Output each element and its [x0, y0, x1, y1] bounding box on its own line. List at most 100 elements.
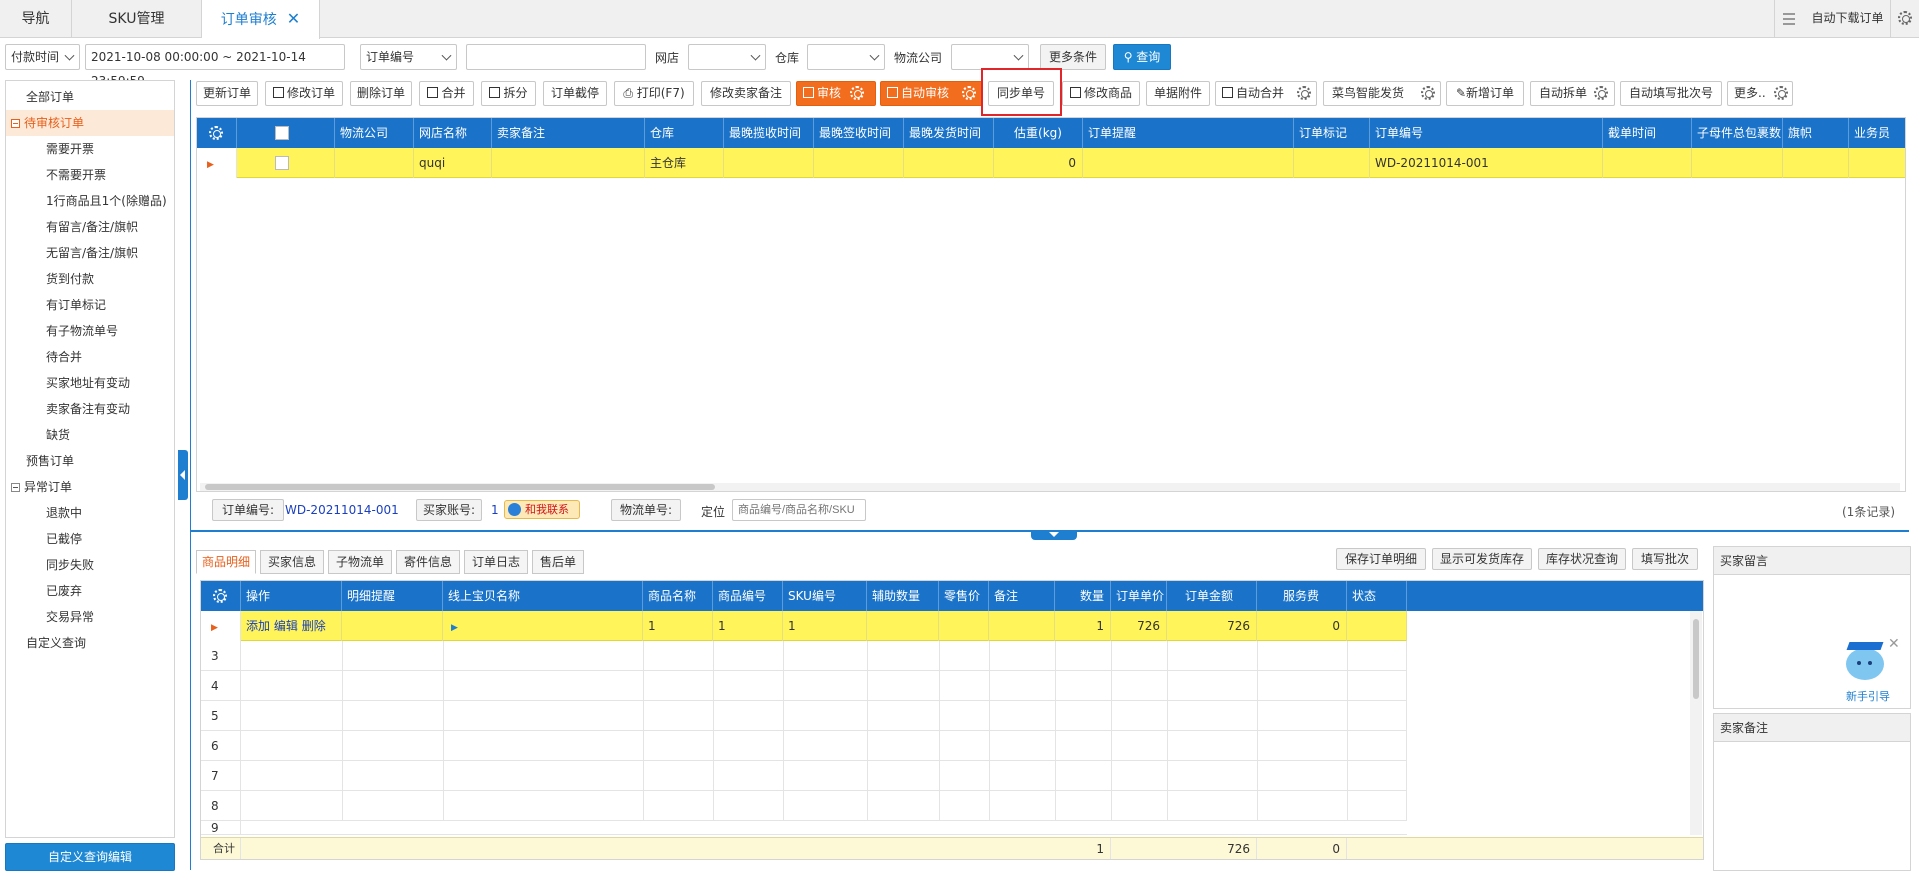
table-row[interactable]: ▶ quqi 主仓库 0 WD-20211014-001 — [197, 148, 1905, 178]
sidebar-group-abnormal[interactable]: 异常订单 — [11, 474, 72, 500]
sidebar-item[interactable]: 1行商品且1个(除赠品) — [46, 188, 167, 214]
sidebar-item[interactable]: 已废弃 — [46, 578, 82, 604]
column-header[interactable]: 零售价 — [939, 581, 989, 611]
sidebar-item[interactable]: 有子物流单号 — [46, 318, 118, 344]
sidebar-item[interactable]: 买家地址有变动 — [46, 370, 130, 396]
intercept-button[interactable]: 订单截停 — [543, 81, 607, 106]
auto-download-button[interactable]: 自动下载订单 — [1805, 5, 1890, 33]
column-header[interactable]: 旗帜 — [1783, 118, 1849, 148]
sidebar-item[interactable]: 需要开票 — [46, 136, 94, 162]
sidebar-item-all[interactable]: 全部订单 — [26, 84, 74, 110]
stock-query-button[interactable]: 库存状况查询 — [1538, 548, 1626, 570]
sidebar-item[interactable]: 缺货 — [46, 422, 70, 448]
edit-order-button[interactable]: 修改订单 — [265, 81, 343, 106]
column-header[interactable]: 状态 — [1347, 581, 1407, 611]
time-type-select[interactable]: 付款时间 — [5, 44, 80, 70]
horizontal-scrollbar[interactable] — [200, 483, 1900, 491]
settings-icon[interactable] — [1890, 0, 1919, 38]
new-user-guide[interactable]: 新手引导 — [1836, 640, 1896, 706]
close-icon[interactable]: ✕ — [287, 9, 300, 28]
delete-order-button[interactable]: 删除订单 — [350, 81, 412, 106]
new-order-button[interactable]: ✎新增订单 — [1446, 81, 1524, 106]
column-header[interactable]: 备注 — [989, 581, 1055, 611]
column-header[interactable]: 订单编号 — [1370, 118, 1603, 148]
sidebar-item[interactable]: 货到付款 — [46, 266, 94, 292]
vertical-scrollbar[interactable] — [1690, 611, 1702, 835]
tab-sku[interactable]: SKU管理 — [72, 0, 202, 38]
sidebar-collapse-handle[interactable] — [178, 450, 188, 500]
column-header[interactable]: 最晚发货时间 — [904, 118, 994, 148]
split-button[interactable]: 拆分 — [481, 81, 536, 106]
auto-merge-settings-icon[interactable] — [1297, 86, 1311, 103]
column-header[interactable]: 明细提醒 — [342, 581, 443, 611]
column-header[interactable]: 订单提醒 — [1083, 118, 1294, 148]
sidebar-item-presale[interactable]: 预售订单 — [26, 448, 74, 474]
tab-order-audit[interactable]: 订单审核 ✕ — [202, 0, 320, 39]
save-detail-button[interactable]: 保存订单明细 — [1336, 548, 1426, 570]
auto-audit-settings-icon[interactable] — [962, 86, 976, 103]
merge-button[interactable]: 合并 — [419, 81, 474, 106]
list-icon[interactable] — [1774, 0, 1802, 38]
column-header[interactable]: 业务员 — [1849, 118, 1905, 148]
sidebar-item[interactable]: 有留言/备注/旗帜 — [46, 214, 138, 240]
attachment-button[interactable]: 单据附件 — [1146, 81, 1210, 106]
scrollbar-thumb[interactable] — [205, 484, 715, 490]
select-all-checkbox[interactable] — [237, 118, 335, 148]
column-header[interactable]: 辅助数量 — [867, 581, 939, 611]
edit-seller-note-button[interactable]: 修改卖家备注 — [701, 81, 791, 106]
column-header[interactable]: 网店名称 — [414, 118, 492, 148]
column-header[interactable]: 最晚签收时间 — [814, 118, 904, 148]
add-link[interactable]: 添加 — [246, 619, 270, 633]
auto-split-settings-icon[interactable] — [1594, 86, 1608, 103]
status-order-no[interactable]: WD-20211014-001 — [285, 503, 399, 517]
sidebar-item[interactable]: 交易异常 — [46, 604, 94, 630]
column-header[interactable]: 订单单价 — [1111, 581, 1167, 611]
tab-sub-waybill[interactable]: 子物流单 — [328, 550, 392, 574]
column-header[interactable]: 线上宝贝名称 — [443, 581, 643, 611]
column-header[interactable]: 截单时间 — [1603, 118, 1692, 148]
search-button[interactable]: ⚲ 查询 — [1113, 44, 1171, 70]
sidebar-item[interactable]: 不需要开票 — [46, 162, 106, 188]
tab-buyer-info[interactable]: 买家信息 — [260, 550, 324, 574]
sidebar-item[interactable]: 有订单标记 — [46, 292, 106, 318]
logistics-select[interactable] — [951, 44, 1029, 70]
audit-settings-icon[interactable] — [850, 86, 864, 103]
delete-link[interactable]: 删除 — [302, 619, 326, 633]
column-header[interactable]: 最晚揽收时间 — [724, 118, 814, 148]
sidebar-item[interactable]: 同步失败 — [46, 552, 94, 578]
close-icon[interactable]: ✕ — [1888, 636, 1900, 652]
locate-input[interactable] — [732, 499, 866, 521]
more-conditions-button[interactable]: 更多条件 — [1040, 44, 1106, 70]
column-header[interactable]: 物流公司 — [335, 118, 414, 148]
column-header[interactable]: 估重(kg) — [994, 118, 1083, 148]
detail-row[interactable]: ▶ 添加 编辑 删除 ▶ 1 1 1 1 726 726 0 — [201, 611, 1407, 641]
column-header[interactable]: 订单标记 — [1294, 118, 1370, 148]
cainiao-settings-icon[interactable] — [1421, 86, 1435, 103]
column-header[interactable]: 卖家备注 — [492, 118, 645, 148]
date-range-input[interactable]: 2021-10-08 00:00:00 ~ 2021-10-14 23:59:5… — [85, 44, 345, 88]
column-header[interactable]: 数量 — [1055, 581, 1111, 611]
sidebar-group-pending[interactable]: 待审核订单 — [6, 110, 174, 136]
column-header[interactable]: 订单金额 — [1167, 581, 1257, 611]
order-field-select[interactable]: 订单编号 — [360, 44, 457, 70]
edit-goods-button[interactable]: 修改商品 — [1062, 81, 1140, 106]
custom-query-edit-button[interactable]: 自定义查询编辑 — [5, 843, 175, 871]
column-header[interactable]: 服务费 — [1257, 581, 1347, 611]
shop-select[interactable] — [688, 44, 766, 70]
refresh-order-button[interactable]: 更新订单 — [196, 81, 258, 106]
sidebar-item[interactable]: 卖家备注有变动 — [46, 396, 130, 422]
row-checkbox[interactable] — [237, 148, 335, 178]
print-button[interactable]: ⎙ 打印(F7) — [614, 81, 694, 106]
contact-button[interactable]: 和我联系 — [504, 500, 580, 519]
show-stock-button[interactable]: 显示可发货库存 — [1432, 548, 1532, 570]
sidebar-item-custom[interactable]: 自定义查询 — [26, 630, 86, 656]
column-header[interactable]: 子母件总包裹数 — [1692, 118, 1783, 148]
tab-sender-info[interactable]: 寄件信息 — [396, 550, 460, 574]
order-value-input[interactable] — [466, 44, 646, 70]
buyer-account[interactable]: 1 — [491, 503, 499, 517]
tab-order-log[interactable]: 订单日志 — [464, 550, 528, 574]
sidebar-item[interactable]: 待合并 — [46, 344, 82, 370]
sidebar-item[interactable]: 已截停 — [46, 526, 82, 552]
more-settings-icon[interactable] — [1774, 86, 1788, 103]
scrollbar-thumb[interactable] — [1693, 619, 1699, 699]
